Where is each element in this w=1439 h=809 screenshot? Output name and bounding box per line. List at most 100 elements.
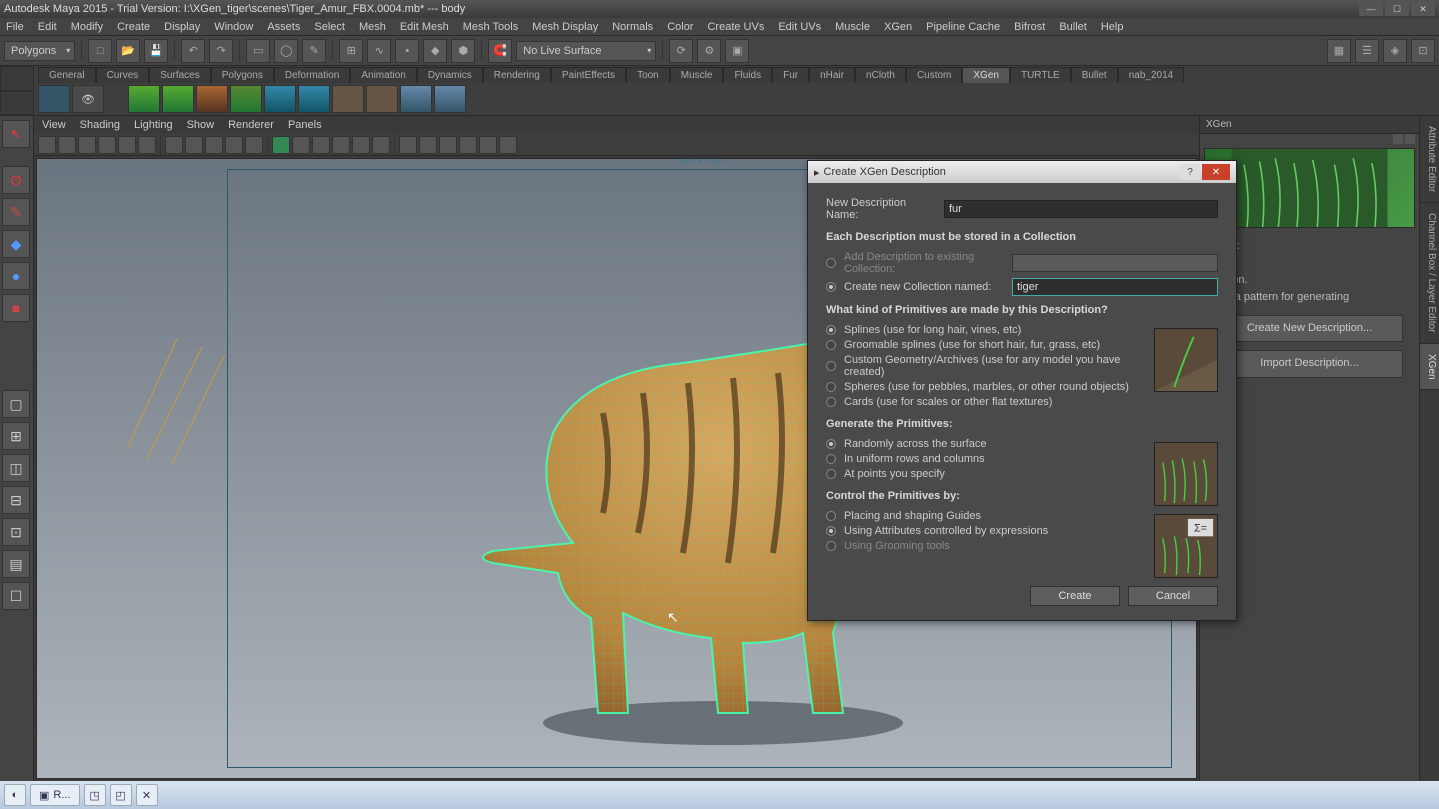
menu-color[interactable]: Color [667,21,693,33]
shelf-tab-fur[interactable]: Fur [772,67,809,83]
radio-uniform[interactable] [826,454,836,464]
lasso-tool[interactable]: ʘ [2,166,30,194]
radio-grooming[interactable] [826,541,836,551]
vp-isolate-icon[interactable] [272,136,290,154]
shelf-tab-ncloth[interactable]: nCloth [855,67,906,83]
vp-exposure-icon[interactable] [419,136,437,154]
vp-menu-renderer[interactable]: Renderer [228,119,274,131]
dialog-help-button[interactable]: ? [1180,164,1200,180]
sidetab-attribute-editor[interactable]: Attribute Editor [1420,116,1439,203]
menu-mesh-tools[interactable]: Mesh Tools [463,21,518,33]
close-button[interactable]: ✕ [1411,2,1435,16]
vp-tool1-icon[interactable] [459,136,477,154]
vp-renderer-icon[interactable] [399,136,417,154]
radio-cards[interactable] [826,397,836,407]
taskbar-close[interactable]: ✕ [136,784,158,806]
taskbar-item[interactable]: ▣R... [30,784,80,806]
shelf-tab-toon[interactable]: Toon [626,67,670,83]
shelf-icon-desc3[interactable] [196,85,228,113]
show-all-icon[interactable]: ⊡ [1411,39,1435,63]
shelf-tab-general[interactable]: General [38,67,96,83]
shelf-tab-dynamics[interactable]: Dynamics [417,67,483,83]
vp-bookmark-icon[interactable] [58,136,76,154]
start-button[interactable]: ◐ [4,784,26,806]
taskbar-icon2[interactable]: ◰ [110,784,132,806]
menu-set-dropdown[interactable]: Polygons [4,41,75,61]
undo-icon[interactable]: ↶ [181,39,205,63]
vp-resolution-gate-icon[interactable] [118,136,136,154]
radio-create-new[interactable] [826,282,836,292]
menu-xgen[interactable]: XGen [884,21,912,33]
panel-opt1-icon[interactable] [1393,134,1403,144]
vp-motion-blur-icon[interactable] [332,136,350,154]
taskbar-icon1[interactable]: ◳ [84,784,106,806]
select-tool[interactable]: ↖ [2,120,30,148]
snap-point-icon[interactable]: • [395,39,419,63]
select-icon[interactable]: ▭ [246,39,270,63]
new-scene-icon[interactable]: □ [88,39,112,63]
shelf-icon-patch1[interactable] [332,85,364,113]
radio-groomable[interactable] [826,340,836,350]
vp-tool2-icon[interactable] [479,136,497,154]
layout-two-h[interactable]: ⊟ [2,486,30,514]
maximize-button[interactable]: ☐ [1385,2,1409,16]
shelf-icon-desc4[interactable] [230,85,262,113]
vp-menu-shading[interactable]: Shading [80,119,120,131]
vp-camera-icon[interactable] [38,136,56,154]
vp-menu-lighting[interactable]: Lighting [134,119,173,131]
menu-file[interactable]: File [6,21,24,33]
paint-tool[interactable]: ✎ [2,198,30,226]
menu-window[interactable]: Window [214,21,253,33]
history-icon[interactable]: ⟳ [669,39,693,63]
shelf-tab-custom[interactable]: Custom [906,67,962,83]
shelf-icon-xgen-toggle[interactable] [38,85,70,113]
import-description-button[interactable]: Import Description... [1216,350,1402,378]
menu-bullet[interactable]: Bullet [1059,21,1087,33]
radio-spheres[interactable] [826,382,836,392]
right-panel-tab[interactable]: XGen [1200,116,1419,134]
shelf-icon-patch2[interactable] [366,85,398,113]
vp-dof-icon[interactable] [372,136,390,154]
outliner-icon[interactable]: ☰ [1355,39,1379,63]
radio-add-existing[interactable] [826,258,836,268]
shelf-tab-nab2014[interactable]: nab_2014 [1118,67,1185,83]
vp-ao-icon[interactable] [312,136,330,154]
move-tool[interactable]: ◆ [2,230,30,258]
shelf-tab-surfaces[interactable]: Surfaces [149,67,210,83]
shelf-tab-deformation[interactable]: Deformation [274,67,350,83]
vp-shadows-icon[interactable] [245,136,263,154]
vp-grid-icon[interactable] [138,136,156,154]
vp-gamma-icon[interactable] [439,136,457,154]
vp-menu-panels[interactable]: Panels [288,119,322,131]
snap-grid-icon[interactable]: ⊞ [339,39,363,63]
minimize-button[interactable]: — [1359,2,1383,16]
snap-plane-icon[interactable]: ◆ [423,39,447,63]
shelf-icon-guides1[interactable] [264,85,296,113]
menu-edit-uvs[interactable]: Edit UVs [778,21,821,33]
paint-select-icon[interactable]: ✎ [302,39,326,63]
description-name-input[interactable] [944,200,1218,218]
panel-close-icon[interactable] [1405,134,1415,144]
shelf-icon-desc1[interactable] [128,85,160,113]
shelf-icon-import[interactable] [434,85,466,113]
shelf-toggle[interactable] [0,66,34,115]
shelf-tab-bullet[interactable]: Bullet [1071,67,1118,83]
shelf-tab-turtle[interactable]: TURTLE [1010,67,1071,83]
menu-select[interactable]: Select [314,21,345,33]
menu-help[interactable]: Help [1101,21,1124,33]
vp-multisample-icon[interactable] [352,136,370,154]
sidetab-xgen[interactable]: XGen [1420,344,1439,391]
menu-normals[interactable]: Normals [612,21,653,33]
save-scene-icon[interactable]: 💾 [144,39,168,63]
make-live-icon[interactable]: 🧲 [488,39,512,63]
menu-create-uvs[interactable]: Create UVs [707,21,764,33]
layout-icon[interactable]: ▦ [1327,39,1351,63]
menu-muscle[interactable]: Muscle [835,21,870,33]
new-collection-input[interactable] [1012,278,1218,296]
scale-tool[interactable]: ■ [2,294,30,322]
layout-single[interactable]: ▢ [2,390,30,418]
shelf-icon-export[interactable] [400,85,432,113]
shelf-tab-rendering[interactable]: Rendering [483,67,551,83]
radio-random[interactable] [826,439,836,449]
rotate-tool[interactable]: ● [2,262,30,290]
